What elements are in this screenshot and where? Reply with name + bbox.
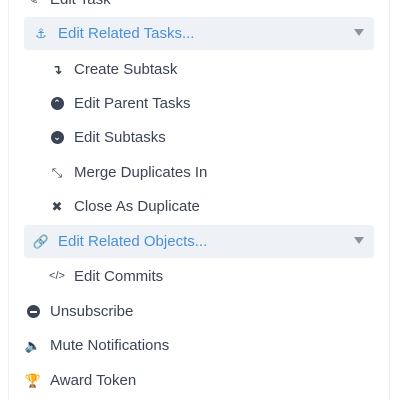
- menu-item-label: Award Token: [50, 372, 137, 389]
- code-icon: </>: [49, 270, 65, 282]
- menu-item-label: Edit Parent Tasks: [74, 95, 191, 112]
- menu-item-award-token[interactable]: 🏆 Award Token: [24, 364, 374, 397]
- menu-item-close-as-duplicate[interactable]: ✖ Close As Duplicate: [48, 190, 374, 223]
- anchor-icon: ⚓: [35, 26, 47, 41]
- menu-item-mute-notifications[interactable]: 🔈 Mute Notifications: [24, 329, 374, 362]
- times-icon: ✖: [51, 199, 63, 214]
- link-icon: 🔗: [32, 234, 50, 249]
- menu-group-related-objects[interactable]: 🔗 Edit Related Objects...: [24, 225, 374, 258]
- menu-item-edit-commits[interactable]: </> Edit Commits: [48, 260, 374, 293]
- menu-item-edit-task[interactable]: ✎ Edit Task: [24, 0, 374, 16]
- level-down-icon: ↴: [51, 62, 63, 77]
- menu-item-edit-subtasks[interactable]: ⌄ Edit Subtasks: [48, 121, 374, 154]
- menu-item-create-subtask[interactable]: ↴ Create Subtask: [48, 53, 374, 86]
- menu-item-label: Close As Duplicate: [74, 198, 200, 215]
- menu-item-label: Unsubscribe: [50, 303, 134, 320]
- menu-item-label: Create Subtask: [74, 61, 178, 78]
- chevron-circle-up-icon: ⌃: [48, 95, 66, 113]
- menu-item-label: Edit Commits: [74, 268, 164, 285]
- menu-item-merge-duplicates[interactable]: ⤡ Merge Duplicates In: [48, 156, 374, 189]
- pencil-icon: ✎: [24, 0, 42, 9]
- trophy-icon: 🏆: [24, 373, 42, 388]
- menu-item-label: Edit Subtasks: [74, 129, 166, 146]
- compress-icon: ⤡: [51, 165, 63, 180]
- chevron-circle-down-icon: ⌄: [48, 129, 66, 147]
- menu-item-label: Mute Notifications: [50, 337, 170, 354]
- menu-group-label: Edit Related Tasks...: [58, 25, 195, 42]
- action-menu-panel: ✎ Edit Task ⚓ Edit Related Tasks... ↴ Cr…: [0, 0, 400, 400]
- chevron-down-icon[interactable]: [354, 29, 364, 36]
- menu-group-related-tasks[interactable]: ⚓ Edit Related Tasks...: [24, 17, 374, 50]
- chevron-down-icon[interactable]: [354, 237, 364, 244]
- panel-right-border: [389, 0, 390, 400]
- menu-group-label: Edit Related Objects...: [58, 233, 208, 250]
- minus-circle-icon: [24, 303, 42, 321]
- panel-left-border: [8, 0, 9, 400]
- menu-item-edit-parent-tasks[interactable]: ⌃ Edit Parent Tasks: [48, 87, 374, 120]
- menu-item-unsubscribe[interactable]: Unsubscribe: [24, 295, 374, 328]
- menu-item-label: Merge Duplicates In: [74, 164, 208, 181]
- volume-icon: 🔈: [24, 338, 42, 353]
- menu-item-label: Edit Task: [50, 0, 111, 8]
